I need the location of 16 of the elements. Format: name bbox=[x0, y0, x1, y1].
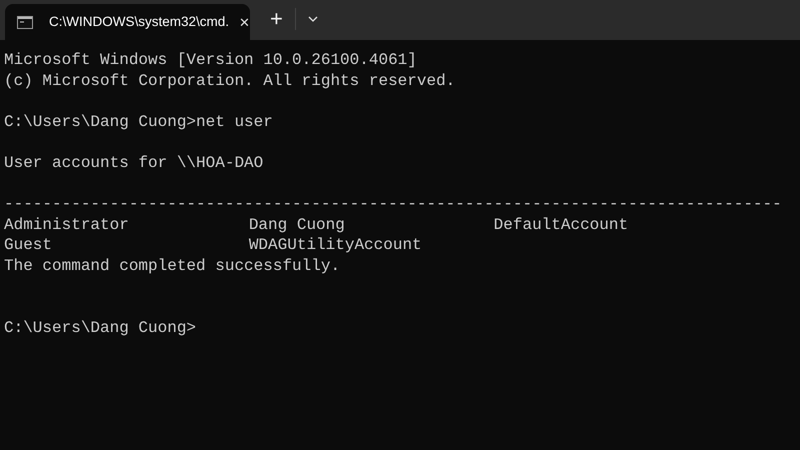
account-name: Administrator bbox=[4, 216, 129, 234]
console-line: C:\Users\Dang Cuong>net user bbox=[4, 112, 273, 131]
terminal-tab[interactable]: C:\WINDOWS\system32\cmd. ✕ bbox=[5, 4, 250, 40]
console-line: The command completed successfully. bbox=[4, 256, 340, 275]
new-tab-button[interactable]: + bbox=[262, 6, 291, 32]
console-line: (c) Microsoft Corporation. All rights reserved. bbox=[4, 72, 456, 90]
console-line: C:\Users\Dang Cuong> bbox=[4, 318, 196, 337]
account-name: WDAGUtilityAccount bbox=[248, 236, 422, 254]
account-name: DefaultAccount bbox=[494, 216, 628, 234]
console-line: User accounts for \\HOA-DAO bbox=[4, 154, 264, 172]
console-line: Microsoft Windows [Version 10.0.26100.4061] bbox=[4, 51, 417, 69]
account-name: Guest bbox=[4, 236, 52, 254]
console-line: --------------------------------------------------------------------------------- bbox=[4, 195, 782, 214]
account-name: Dang Cuong bbox=[248, 216, 345, 234]
tab-title: C:\WINDOWS\system32\cmd. bbox=[49, 12, 230, 31]
close-tab-button[interactable]: ✕ bbox=[237, 16, 252, 28]
